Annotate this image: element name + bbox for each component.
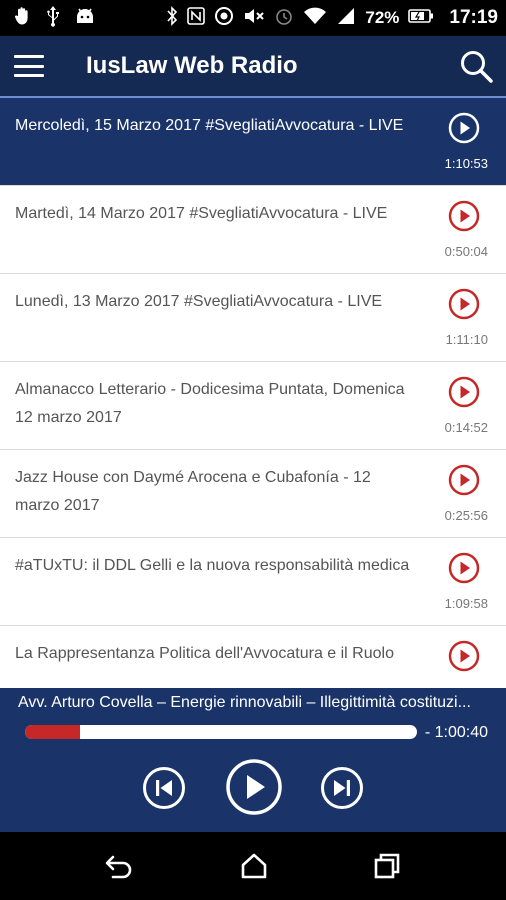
- episode-item[interactable]: Lunedì, 13 Marzo 2017 #SvegliatiAvvocatu…: [0, 274, 506, 362]
- play-icon: [226, 759, 282, 815]
- android-icon: [74, 6, 96, 31]
- episode-title: Jazz House con Daymé Arocena e Cubafonía…: [15, 469, 371, 514]
- episode-title: Martedì, 14 Marzo 2017 #SvegliatiAvvocat…: [15, 205, 388, 222]
- battery-icon: [408, 8, 434, 28]
- skip-next-icon: [321, 767, 363, 809]
- status-bar: 72% 17:19: [0, 0, 506, 36]
- now-playing-title: Avv. Arturo Covella – Energie rinnovabil…: [18, 694, 471, 711]
- bluetooth-icon: [166, 5, 178, 31]
- episode-title: #aTUxTU: il DDL Gelli e la nuova respons…: [15, 557, 410, 574]
- app-bar: IusLaw Web Radio: [0, 36, 506, 96]
- home-icon[interactable]: [240, 852, 268, 885]
- app-title: IusLaw Web Radio: [86, 52, 298, 79]
- episode-duration: 1:09:58: [444, 596, 488, 611]
- skip-previous-button[interactable]: [142, 766, 186, 815]
- episode-title: Almanacco Letterario - Dodicesima Puntat…: [15, 381, 405, 426]
- episode-item[interactable]: La Rappresentanza Politica dell'Avvocatu…: [0, 626, 506, 688]
- play-circle-icon[interactable]: [448, 640, 480, 672]
- recents-icon[interactable]: [373, 852, 401, 885]
- episode-item[interactable]: Martedì, 14 Marzo 2017 #SvegliatiAvvocat…: [0, 186, 506, 274]
- play-circle-icon[interactable]: [448, 288, 480, 320]
- skip-next-button[interactable]: [320, 766, 364, 815]
- play-circle-icon[interactable]: [448, 200, 480, 232]
- mute-icon: [243, 7, 265, 30]
- mini-player: Avv. Arturo Covella – Energie rinnovabil…: [0, 688, 506, 832]
- sync-icon: [214, 6, 234, 31]
- play-circle-icon[interactable]: [448, 112, 480, 144]
- hand-icon: [14, 6, 32, 31]
- wifi-icon: [303, 6, 327, 31]
- back-icon[interactable]: [104, 853, 134, 884]
- system-nav-bar: [0, 832, 506, 900]
- signal-icon: [336, 7, 356, 30]
- search-icon[interactable]: [458, 48, 494, 84]
- clock: 17:19: [449, 7, 498, 28]
- episode-duration: 0:14:52: [444, 420, 488, 435]
- episode-title: Lunedì, 13 Marzo 2017 #SvegliatiAvvocatu…: [15, 293, 383, 310]
- episode-item-active[interactable]: Mercoledì, 15 Marzo 2017 #SvegliatiAvvoc…: [0, 96, 506, 186]
- episode-title: La Rappresentanza Politica dell'Avvocatu…: [15, 645, 394, 662]
- play-button[interactable]: [225, 758, 283, 821]
- episode-duration: 0:50:04: [444, 244, 488, 259]
- battery-percent: 72%: [365, 8, 400, 27]
- alarm-icon: [274, 6, 294, 31]
- episode-duration: 0:25:56: [444, 508, 488, 523]
- progress-bar[interactable]: [25, 725, 417, 739]
- skip-previous-icon: [143, 767, 185, 809]
- progress-fill: [25, 725, 80, 739]
- episode-item[interactable]: Almanacco Letterario - Dodicesima Puntat…: [0, 362, 506, 450]
- episode-duration: 1:11:10: [445, 332, 488, 347]
- menu-icon[interactable]: [14, 55, 44, 77]
- remaining-time: - 1:00:40: [424, 724, 488, 741]
- play-circle-icon[interactable]: [448, 552, 480, 584]
- episode-item[interactable]: Jazz House con Daymé Arocena e Cubafonía…: [0, 450, 506, 538]
- usb-icon: [46, 5, 60, 32]
- play-circle-icon[interactable]: [448, 376, 480, 408]
- episode-list: Mercoledì, 15 Marzo 2017 #SvegliatiAvvoc…: [0, 96, 506, 688]
- play-circle-icon[interactable]: [448, 464, 480, 496]
- episode-duration: 1:10:53: [444, 156, 488, 171]
- episode-title: Mercoledì, 15 Marzo 2017 #SvegliatiAvvoc…: [15, 117, 404, 134]
- nfc-icon: [187, 6, 206, 30]
- episode-item[interactable]: #aTUxTU: il DDL Gelli e la nuova respons…: [0, 538, 506, 626]
